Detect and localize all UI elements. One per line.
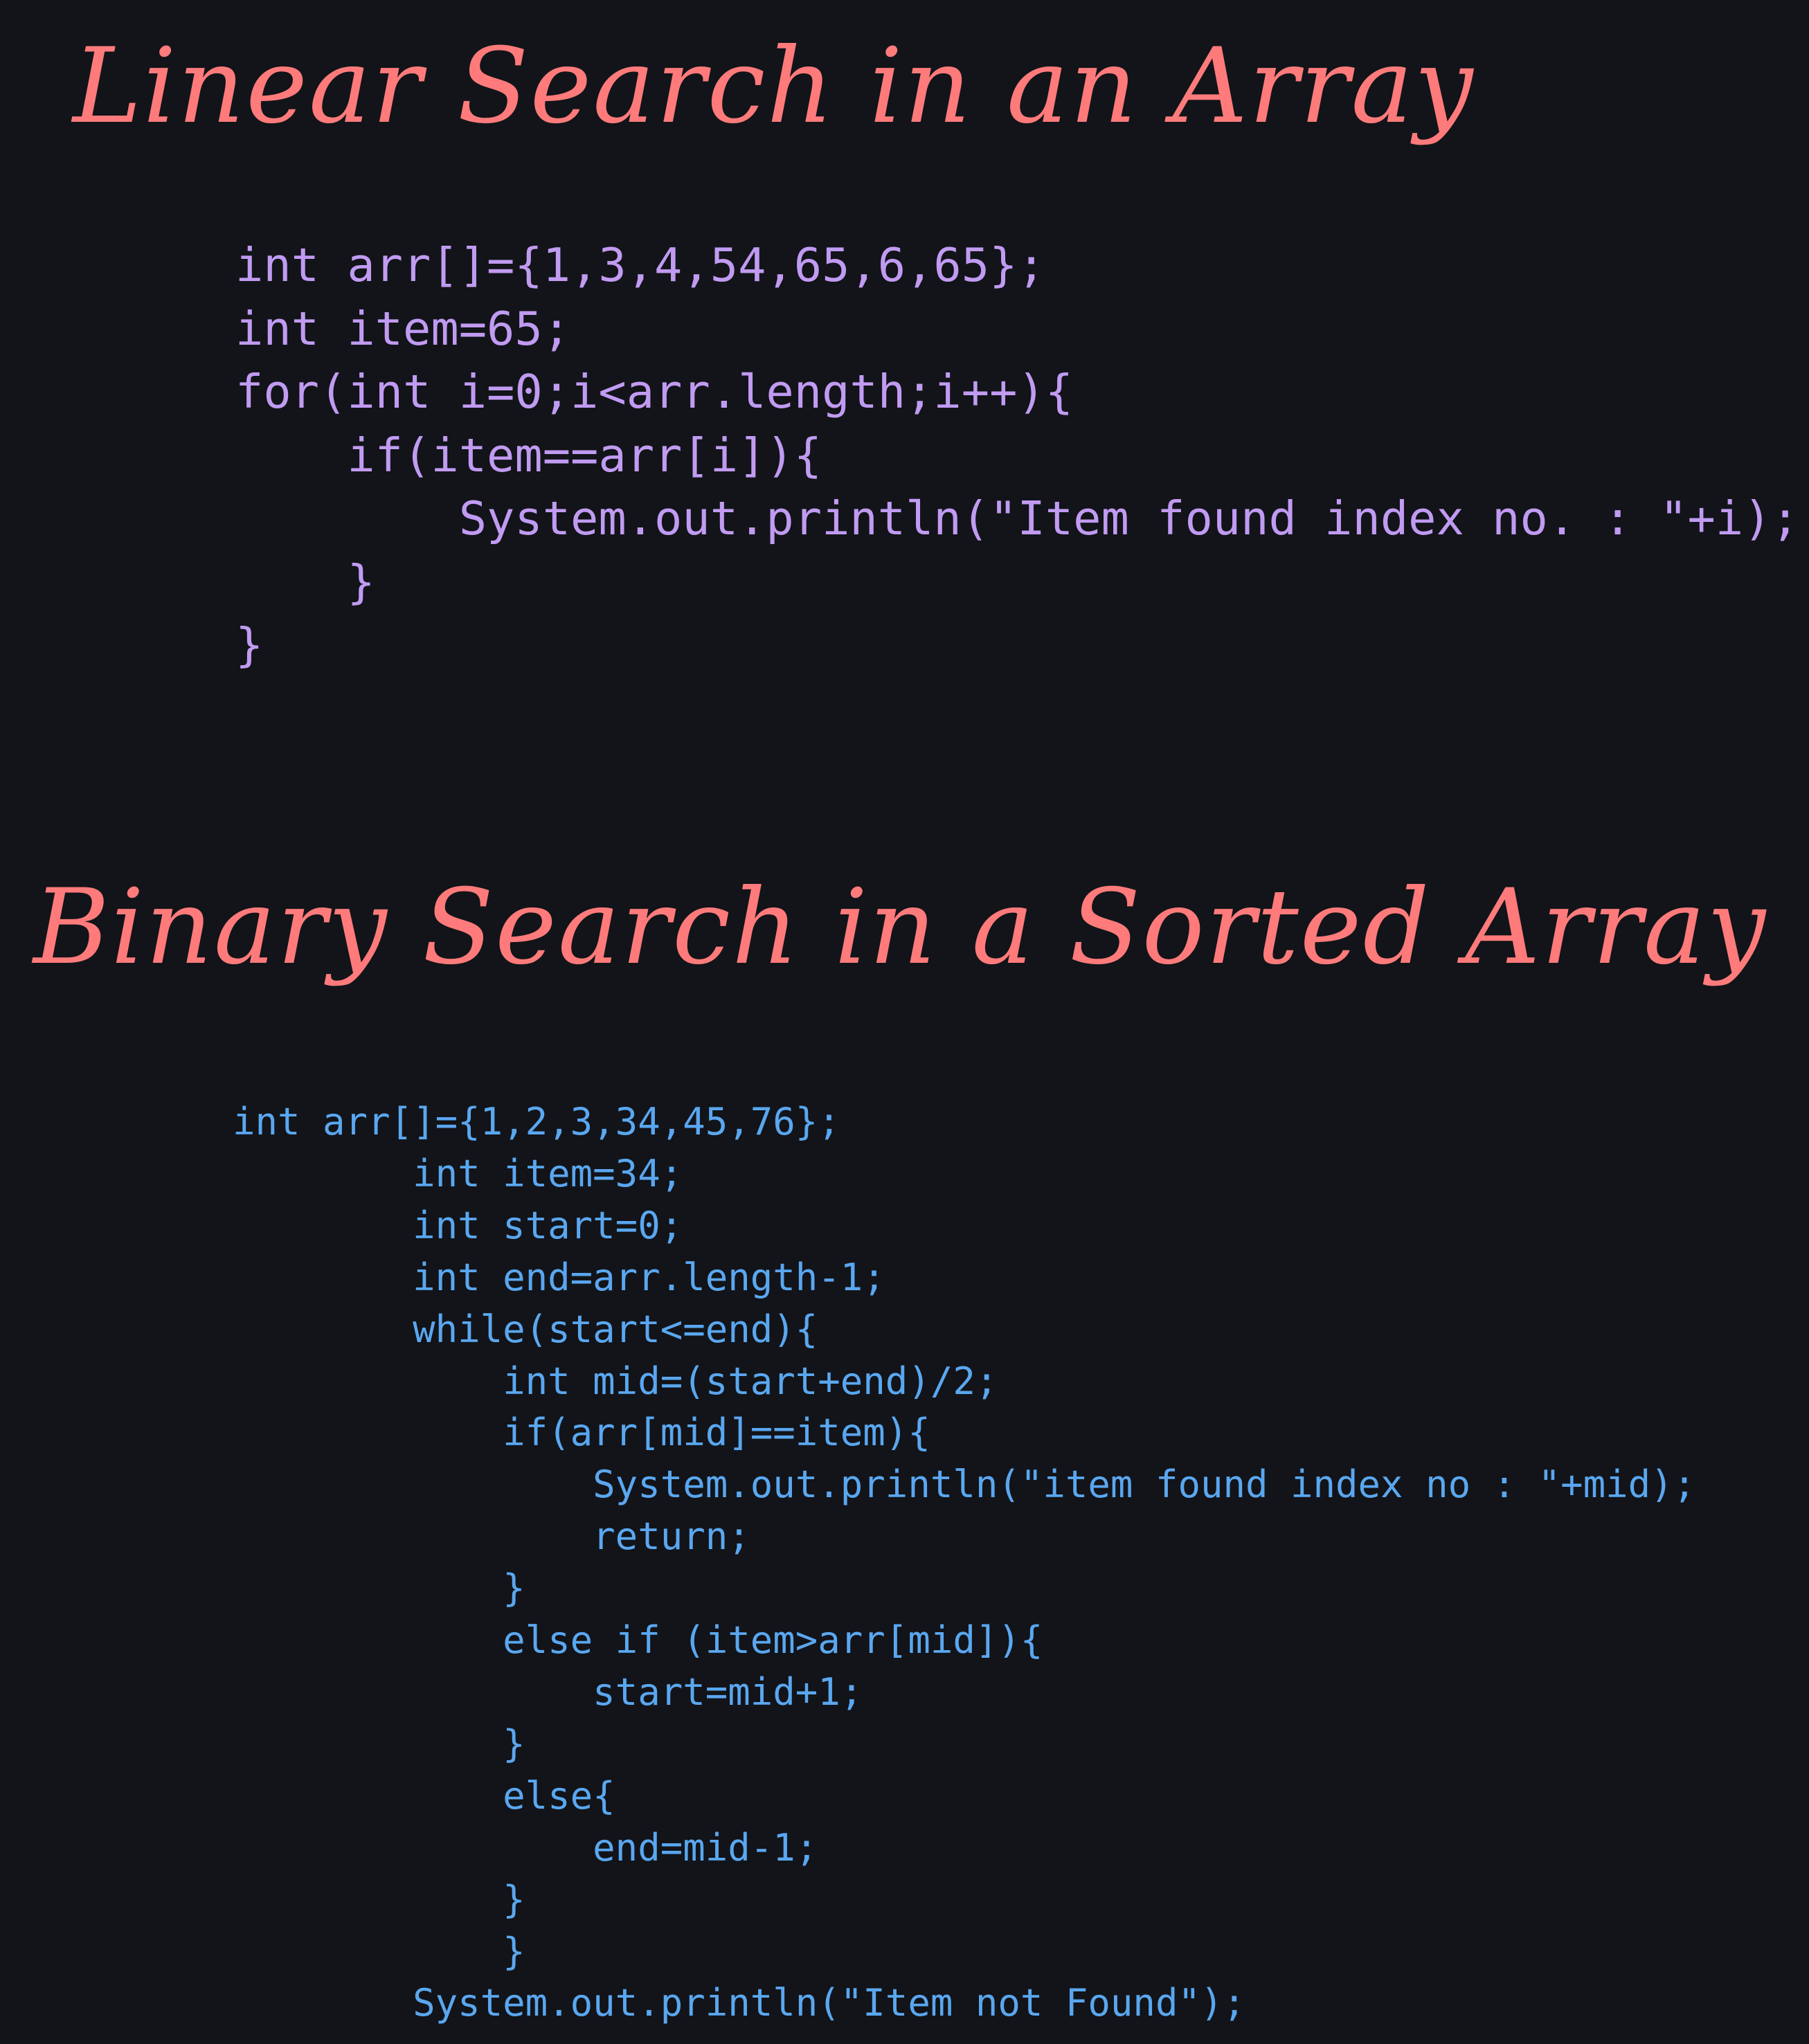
code-line: } [233, 1721, 525, 1766]
code-line: if(item==arr[i]){ [235, 428, 822, 482]
code-line: int mid=(start+end)/2; [233, 1359, 998, 1403]
code-line: System.out.println("item found index no … [233, 1463, 1696, 1507]
code-line: System.out.println("Item not Found"); [233, 1981, 1245, 2025]
code-line: int item=65; [235, 301, 571, 356]
code-line: start=mid+1; [233, 1670, 863, 1714]
code-line: } [233, 1929, 525, 1973]
binary-search-title: Binary Search in a Sorted Array [33, 867, 1767, 988]
code-line: } [233, 1566, 525, 1611]
code-line: int item=34; [233, 1151, 683, 1195]
code-line: } [235, 554, 375, 609]
linear-search-code-block: int arr[]={1,3,4,54,65,6,65}; int item=65… [235, 234, 1799, 678]
linear-search-title: Linear Search in an Array [73, 26, 1475, 147]
code-line: } [235, 618, 264, 672]
code-line: int arr[]={1,2,3,34,45,76}; [233, 1100, 840, 1143]
code-line: for(int i=0;i<arr.length;i++){ [235, 365, 1074, 419]
code-line: int arr[]={1,3,4,54,65,6,65}; [235, 238, 1045, 292]
code-line: return; [233, 1514, 750, 1559]
binary-search-code-block: int arr[]={1,2,3,34,45,76}; int item=34;… [233, 1096, 1695, 2029]
code-line: } [233, 1877, 525, 1921]
code-line: while(start<=end){ [233, 1307, 818, 1351]
code-line: else{ [233, 1773, 615, 1818]
code-line: if(arr[mid]==item){ [233, 1411, 930, 1455]
code-line: int end=arr.length-1; [233, 1255, 885, 1299]
code-line: end=mid-1; [233, 1825, 818, 1870]
code-line: System.out.println("Item found index no.… [235, 491, 1799, 545]
code-line: int start=0; [233, 1203, 683, 1247]
code-line: else if (item>arr[mid]){ [233, 1618, 1043, 1663]
